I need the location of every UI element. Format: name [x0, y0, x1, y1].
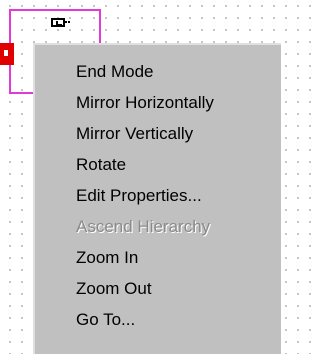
menu-item-zoom-out[interactable]: Zoom Out: [35, 273, 281, 304]
menu-item-mirror-horizontally[interactable]: Mirror Horizontally: [35, 87, 281, 118]
menu-item-end-mode[interactable]: End Mode: [35, 56, 281, 87]
menu-item-rotate[interactable]: Rotate: [35, 149, 281, 180]
context-menu: End Mode Mirror Horizontally Mirror Vert…: [33, 43, 281, 354]
menu-item-zoom-in[interactable]: Zoom In: [35, 242, 281, 273]
red-marker-icon: [0, 43, 14, 65]
port-symbol-icon: [51, 18, 68, 27]
menu-item-edit-properties[interactable]: Edit Properties...: [35, 180, 281, 211]
menu-item-go-to[interactable]: Go To...: [35, 304, 281, 335]
menu-item-ascend-hierarchy: Ascend Hierarchy: [76, 217, 211, 236]
menu-item-mirror-vertically[interactable]: Mirror Vertically: [35, 118, 281, 149]
